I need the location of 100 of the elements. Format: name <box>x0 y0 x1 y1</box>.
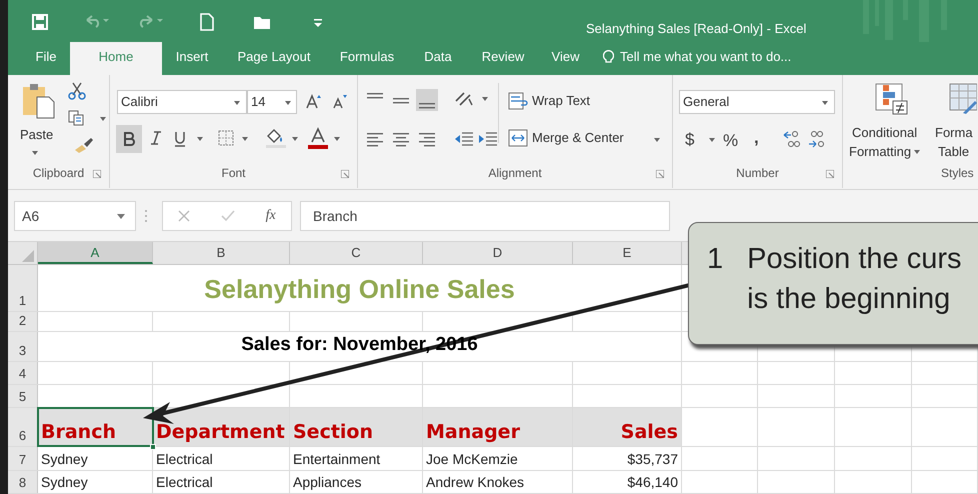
row-header[interactable]: 1 <box>8 265 38 311</box>
merge-center-button[interactable]: Merge & Center <box>508 128 624 148</box>
caret-icon[interactable] <box>32 151 38 155</box>
caret-icon[interactable] <box>234 101 240 105</box>
grow-font-icon[interactable] <box>306 93 322 109</box>
formula-field[interactable]: Branch <box>300 200 670 230</box>
column-header[interactable]: C <box>290 242 423 264</box>
ribbon-tab[interactable]: View <box>538 42 593 75</box>
column-header[interactable]: A <box>38 242 153 264</box>
table-cell[interactable]: Appliances <box>290 471 423 493</box>
tell-me-field[interactable]: Tell me what you want to do... <box>593 42 792 75</box>
fill-color-icon[interactable] <box>265 128 287 148</box>
folder-icon[interactable] <box>253 14 273 30</box>
column-header[interactable]: B <box>153 242 290 264</box>
scissors-icon[interactable] <box>68 82 86 100</box>
save-icon[interactable] <box>32 14 48 30</box>
increase-decimal-icon[interactable] <box>783 130 801 148</box>
caret-icon[interactable] <box>482 97 488 101</box>
table-cell[interactable]: Sales <box>573 408 682 446</box>
caret-icon[interactable] <box>197 137 203 141</box>
ribbon-tab[interactable]: Home <box>70 42 162 75</box>
table-cell[interactable]: $35,737 <box>573 447 682 470</box>
table-cell[interactable]: Section <box>290 408 423 446</box>
font-color-icon[interactable] <box>308 127 328 149</box>
conditional-formatting-button[interactable]: Conditional Formatting <box>849 123 920 161</box>
row-header[interactable]: 5 <box>8 385 38 407</box>
borders-icon[interactable] <box>218 130 234 146</box>
percent-button[interactable]: % <box>723 128 738 154</box>
align-bottom-icon[interactable] <box>416 89 438 111</box>
decrease-decimal-icon[interactable] <box>807 130 825 148</box>
caret-icon[interactable] <box>285 101 291 105</box>
group-label: Alignment <box>488 165 542 182</box>
caret-icon[interactable] <box>100 117 106 121</box>
row-header[interactable]: 6 <box>8 408 38 446</box>
column-header[interactable]: D <box>423 242 573 264</box>
row-header[interactable]: 4 <box>8 362 38 384</box>
sheet-title: Selanything Online Sales <box>204 273 515 306</box>
paste-button[interactable]: Paste <box>20 125 54 144</box>
dialog-launcher-icon[interactable] <box>341 170 349 178</box>
grip-icon <box>144 208 148 222</box>
caret-icon[interactable] <box>822 101 828 105</box>
font-size-field[interactable]: 14 <box>247 90 297 114</box>
ribbon-tab[interactable]: Data <box>408 42 468 75</box>
ribbon-tab[interactable]: Insert <box>162 42 222 75</box>
number-format-field[interactable]: General <box>679 90 835 114</box>
wrap-text-icon <box>508 92 528 110</box>
customize-menu-icon[interactable] <box>314 19 322 27</box>
decrease-indent-icon[interactable] <box>454 130 474 148</box>
insert-function-button[interactable]: fx <box>266 205 276 226</box>
copy-icon[interactable] <box>68 110 84 126</box>
new-document-icon[interactable] <box>200 13 214 31</box>
increase-indent-icon[interactable] <box>478 130 498 148</box>
underline-icon[interactable] <box>174 131 186 147</box>
caret-icon[interactable] <box>334 137 340 141</box>
callout-text: is the beginning <box>747 282 952 317</box>
brush-icon[interactable] <box>74 137 94 153</box>
dialog-launcher-icon[interactable] <box>826 170 834 178</box>
italic-icon[interactable] <box>150 131 162 145</box>
shrink-font-icon[interactable] <box>332 93 348 109</box>
lightbulb-icon <box>603 49 614 64</box>
wrap-text-button[interactable]: Wrap Text <box>508 91 590 110</box>
font-name-field[interactable]: Calibri <box>117 90 247 114</box>
step-number: 1 <box>707 242 724 277</box>
table-cell[interactable]: Manager <box>423 408 573 446</box>
dialog-launcher-icon[interactable] <box>93 170 101 178</box>
name-box[interactable]: A6 <box>14 200 136 230</box>
row-header[interactable]: 7 <box>8 447 38 470</box>
caret-icon[interactable] <box>914 150 920 154</box>
format-as-table-button[interactable]: Forma Table <box>935 123 973 161</box>
table-cell[interactable]: $46,140 <box>573 471 682 493</box>
format-table-icon[interactable] <box>949 83 977 115</box>
dialog-launcher-icon[interactable] <box>656 170 664 178</box>
table-cell[interactable]: Joe McKemzie <box>423 447 573 470</box>
table-cell[interactable]: Andrew Knokes <box>423 471 573 493</box>
column-header[interactable]: E <box>573 242 682 264</box>
table-cell[interactable]: Electrical <box>153 447 290 470</box>
paste-icon[interactable] <box>22 83 56 119</box>
table-cell[interactable]: Sydney <box>38 471 153 493</box>
ribbon-tab[interactable]: Page Layout <box>222 42 326 75</box>
caret-icon[interactable] <box>242 137 248 141</box>
window-title: Selanything Sales [Read-Only] - Excel <box>586 20 806 38</box>
caret-icon[interactable] <box>654 138 660 142</box>
row-header[interactable]: 8 <box>8 471 38 493</box>
table-cell[interactable]: Department <box>153 408 290 446</box>
caret-icon[interactable] <box>292 137 298 141</box>
ribbon-tab[interactable]: File <box>22 42 70 75</box>
row-header[interactable]: 2 <box>8 312 38 331</box>
bold-icon[interactable] <box>116 125 142 153</box>
table-cell[interactable]: Sydney <box>38 447 153 470</box>
caret-icon[interactable] <box>709 138 715 142</box>
currency-button[interactable]: $ <box>685 127 694 152</box>
caret-icon[interactable] <box>117 214 125 218</box>
conditional-formatting-icon[interactable] <box>875 83 909 115</box>
comma-button[interactable]: , <box>754 125 759 150</box>
table-cell[interactable]: Electrical <box>153 471 290 493</box>
table-cell[interactable]: Entertainment <box>290 447 423 470</box>
ribbon-tab[interactable]: Review <box>468 42 538 75</box>
group-label: Styles <box>941 165 974 182</box>
row-header[interactable]: 3 <box>8 332 38 361</box>
ribbon-tab[interactable]: Formulas <box>326 42 408 75</box>
